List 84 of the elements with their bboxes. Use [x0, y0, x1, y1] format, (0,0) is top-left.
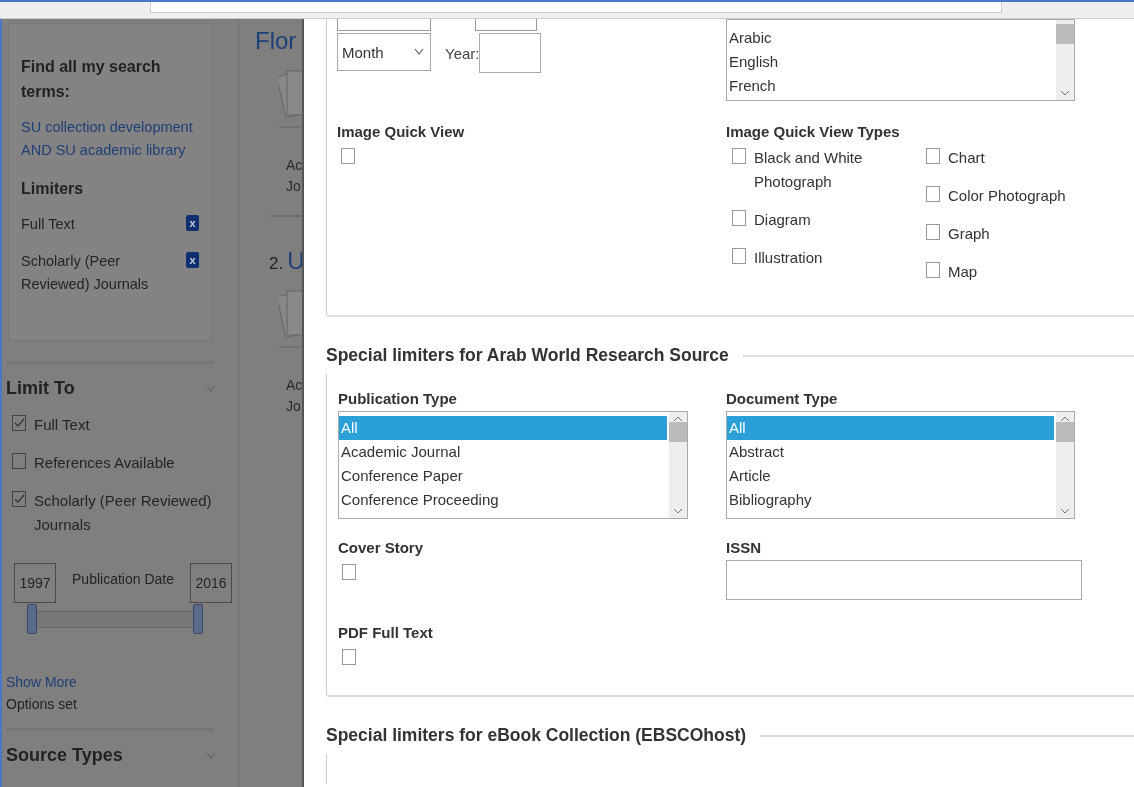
year-from-field[interactable]: 1997: [14, 563, 56, 603]
slider-handle[interactable]: [27, 604, 37, 634]
checkbox[interactable]: [341, 148, 355, 164]
checkbox-label: Black and White Photograph: [754, 148, 864, 192]
checkbox-label: Illustration: [754, 248, 823, 268]
scrollbar-thumb[interactable]: [669, 422, 687, 442]
address-field[interactable]: [150, 2, 1002, 13]
field-label: Image Quick View: [337, 123, 466, 140]
scroll-down-icon[interactable]: [1060, 90, 1070, 96]
checkbox-label: Graph: [948, 224, 990, 244]
section-title: Special limiters for Arab World Research Source: [326, 345, 729, 366]
scroll-down-icon[interactable]: [1060, 508, 1070, 514]
limit-to-header[interactable]: Limit To: [6, 378, 216, 399]
checkbox[interactable]: [12, 453, 26, 469]
field-label: Publication Type: [338, 390, 458, 407]
remove-button[interactable]: x: [186, 252, 199, 268]
checkbox-label: Chart: [948, 148, 985, 168]
checkbox[interactable]: [926, 262, 940, 278]
list-option[interactable]: Article: [727, 464, 1054, 488]
input-field[interactable]: [337, 19, 431, 31]
publication-type-text: Ac: [285, 156, 302, 175]
input-field[interactable]: [475, 19, 537, 31]
scrollbar[interactable]: [1056, 412, 1074, 518]
check-icon: [13, 418, 25, 428]
year-label: Year:: [445, 45, 480, 62]
scroll-up-icon[interactable]: [673, 416, 683, 422]
checkbox-label: Map: [948, 262, 978, 282]
list-option[interactable]: Arabic: [727, 26, 1054, 50]
scrollbar[interactable]: [1056, 20, 1074, 100]
checkbox[interactable]: [342, 649, 356, 665]
field-label: Document Type: [726, 390, 839, 407]
slider-handle[interactable]: [193, 604, 203, 634]
list-option[interactable]: Conference Paper: [339, 464, 667, 488]
list-option[interactable]: Abstract: [727, 440, 1054, 464]
date-label: Publication Date: [71, 571, 175, 587]
list-option[interactable]: Conference Proceeding: [339, 488, 667, 512]
limiter-label: Scholarly (Peer Reviewed) Journals: [21, 252, 150, 294]
checkbox[interactable]: [12, 491, 26, 507]
result-number: 2.: [269, 254, 284, 274]
source-types-header[interactable]: Source Types: [6, 745, 216, 766]
section-title: Special limiters for eBook Collection (EBSCOhost): [326, 725, 747, 746]
field-label: PDF Full Text: [338, 624, 434, 641]
scrollbar-thumb[interactable]: [1056, 24, 1074, 44]
limiters-title: Limiters: [21, 179, 85, 199]
field-label: Cover Story: [338, 539, 425, 556]
checkbox[interactable]: [732, 210, 746, 226]
year-to-field[interactable]: 2016: [190, 563, 232, 603]
checkbox-label: References Available: [34, 453, 175, 473]
checkbox[interactable]: [342, 564, 356, 580]
issn-input[interactable]: [726, 560, 1082, 600]
list-option[interactable]: Bibliography: [727, 488, 1054, 512]
checkbox[interactable]: [926, 148, 940, 164]
checkbox[interactable]: [12, 415, 26, 431]
scrollbar[interactable]: [669, 412, 687, 518]
list-box[interactable]: All Abstract Article Bibliography: [726, 411, 1075, 519]
checkbox-label: Color Photograph: [948, 186, 1066, 206]
field-label: Image Quick View Types: [726, 123, 901, 140]
list-option[interactable]: English: [727, 50, 1054, 74]
checkbox-label: Diagram: [754, 210, 811, 230]
list-box[interactable]: Arabic English French: [726, 19, 1075, 101]
options-set-text: Options set: [6, 696, 78, 712]
month-select[interactable]: Month: [337, 33, 431, 71]
checkbox[interactable]: [926, 186, 940, 202]
scroll-up-icon[interactable]: [1060, 416, 1070, 422]
checkbox-label: Scholarly (Peer Reviewed) Journals: [34, 491, 213, 535]
list-box[interactable]: All Academic Journal Conference Paper Conference Proceeding: [338, 411, 688, 519]
publication-type-text: Ac: [285, 376, 302, 395]
chevron-icon: [414, 48, 424, 56]
publication-type-text: Jo: [285, 177, 302, 196]
checkbox-label: Full Text: [34, 415, 90, 435]
list-option[interactable]: French: [727, 74, 1054, 98]
check-icon: [13, 494, 25, 504]
remove-button[interactable]: x: [186, 215, 199, 231]
field-label: ISSN: [726, 539, 762, 556]
checkbox[interactable]: [732, 148, 746, 164]
publication-type-text: Jo: [285, 397, 302, 416]
scrollbar-thumb[interactable]: [1056, 422, 1074, 442]
card-title: Find all my search terms:: [21, 57, 162, 102]
limiter-label: Full Text: [21, 215, 76, 234]
scroll-down-icon[interactable]: [673, 508, 683, 514]
year-input[interactable]: [479, 33, 542, 73]
checkbox[interactable]: [926, 224, 940, 240]
checkbox[interactable]: [732, 248, 746, 264]
list-option[interactable]: Academic Journal: [339, 440, 667, 464]
